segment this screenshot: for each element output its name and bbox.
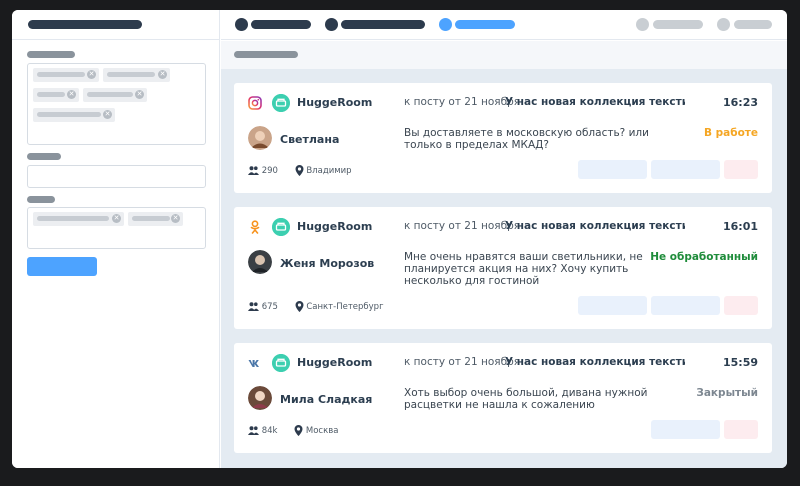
post-reference: к посту от 21 ноября (404, 356, 521, 368)
post-reference: к посту от 21 ноября (404, 96, 521, 108)
message-text: Мне очень нравятся ваши светильники, не … (404, 251, 643, 287)
brand-sofa-icon (272, 218, 290, 236)
location: Москва (305, 426, 339, 436)
location-pin-icon (295, 301, 304, 312)
followers-icon (248, 166, 259, 175)
filter-chip[interactable]: ✕ (103, 68, 170, 82)
brand-name: HuggeRoom (297, 96, 373, 109)
location-pin-icon (295, 165, 304, 176)
status-badge: В работе (703, 127, 758, 139)
vk-icon (248, 360, 259, 367)
nav-item-active[interactable] (455, 20, 515, 29)
brand-name: HuggeRoom (297, 220, 373, 233)
post-title-link[interactable]: У нас новая коллекция текстиля... (505, 356, 685, 368)
message-text: Хоть выбор очень большой, дивана нужной … (404, 387, 648, 411)
nav-item[interactable] (251, 20, 311, 29)
delete-button[interactable] (724, 160, 758, 179)
remove-chip-icon[interactable]: ✕ (112, 214, 121, 223)
user-icon[interactable] (636, 18, 649, 31)
nav-icon[interactable] (235, 18, 248, 31)
status-badge: Закрытый (696, 387, 758, 399)
filter-sidebar: ✕ ✕ ✕ ✕ ✕ ✕ ✕ (12, 10, 220, 468)
action-button[interactable] (578, 160, 647, 179)
nav-icon[interactable] (325, 18, 338, 31)
app-window: ✕ ✕ ✕ ✕ ✕ ✕ ✕ HuggeRoom к посту от 21 но… (12, 10, 787, 468)
odnoklassniki-icon (250, 220, 260, 234)
nav-item[interactable] (341, 20, 425, 29)
action-button[interactable] (651, 420, 720, 439)
post-title-link[interactable]: У нас новая коллекция текстиля... (505, 220, 685, 232)
filter-label-placeholder (27, 51, 75, 58)
action-button[interactable] (651, 160, 720, 179)
avatar[interactable] (248, 126, 272, 150)
user-menu[interactable] (653, 20, 703, 29)
followers-count: 290 (261, 166, 278, 176)
filter-chip[interactable]: ✕ (33, 108, 115, 122)
conversation-card[interactable]: HuggeRoom к посту от 21 ноября У нас нов… (234, 207, 772, 329)
sidebar-title-placeholder (28, 20, 142, 29)
post-title-link[interactable]: У нас новая коллекция текстиля... (505, 96, 685, 108)
avatar[interactable] (248, 250, 272, 274)
post-reference: к посту от 21 ноября (404, 220, 521, 232)
tag-filter-box[interactable]: ✕ ✕ (27, 207, 206, 249)
conversation-card[interactable]: HuggeRoom к посту от 21 ноября У нас нов… (234, 83, 772, 193)
followers-icon (248, 426, 259, 435)
user-meta: 290 Владимир (248, 165, 352, 176)
filter-chip[interactable]: ✕ (33, 68, 99, 82)
apply-filter-button[interactable] (27, 257, 97, 276)
followers-count: 84k (261, 426, 278, 436)
filter-label-placeholder (27, 196, 55, 203)
remove-chip-icon[interactable]: ✕ (67, 90, 76, 99)
message-time: 16:23 (722, 96, 758, 109)
message-text: Вы доставляете в московскую область? или… (404, 127, 649, 151)
brand-name: HuggeRoom (297, 356, 373, 369)
settings-icon[interactable] (717, 18, 730, 31)
avatar[interactable] (248, 386, 272, 410)
location: Санкт-Петербург (306, 302, 384, 312)
filter-chip[interactable]: ✕ (33, 212, 124, 226)
remove-chip-icon[interactable]: ✕ (171, 214, 180, 223)
remove-chip-icon[interactable]: ✕ (87, 70, 96, 79)
conversation-card[interactable]: HuggeRoom к посту от 21 ноября У нас нов… (234, 343, 772, 453)
settings-menu[interactable] (734, 20, 772, 29)
feed-subheader (221, 41, 787, 69)
delete-button[interactable] (724, 420, 758, 439)
user-name[interactable]: Мила Сладкая (280, 393, 372, 406)
filter-chip[interactable]: ✕ (33, 88, 79, 102)
brand-sofa-icon (272, 354, 290, 372)
top-nav (221, 10, 787, 40)
nav-icon-active[interactable] (439, 18, 452, 31)
location: Владимир (306, 166, 352, 176)
filter-label-placeholder (27, 153, 61, 160)
instagram-icon (248, 96, 262, 110)
remove-chip-icon[interactable]: ✕ (103, 110, 112, 119)
user-meta: 675 Санкт-Петербург (248, 301, 384, 312)
user-name[interactable]: Светлана (280, 133, 339, 146)
tag-filter-box[interactable]: ✕ ✕ ✕ ✕ ✕ (27, 63, 206, 145)
location-pin-icon (294, 425, 303, 436)
message-time: 16:01 (722, 220, 758, 233)
filter-chip[interactable]: ✕ (128, 212, 183, 226)
remove-chip-icon[interactable]: ✕ (158, 70, 167, 79)
filter-input[interactable] (27, 165, 206, 188)
action-button[interactable] (578, 296, 647, 315)
action-button[interactable] (651, 296, 720, 315)
delete-button[interactable] (724, 296, 758, 315)
remove-chip-icon[interactable]: ✕ (135, 90, 144, 99)
filter-chip[interactable]: ✕ (83, 88, 147, 102)
user-name[interactable]: Женя Морозов (280, 257, 374, 270)
brand-sofa-icon (272, 94, 290, 112)
message-time: 15:59 (722, 356, 758, 369)
conversation-feed: HuggeRoom к посту от 21 ноября У нас нов… (221, 41, 787, 468)
status-badge: Не обработанный (650, 251, 758, 263)
followers-count: 675 (261, 302, 278, 312)
followers-icon (248, 302, 259, 311)
user-meta: 84k Москва (248, 425, 338, 436)
